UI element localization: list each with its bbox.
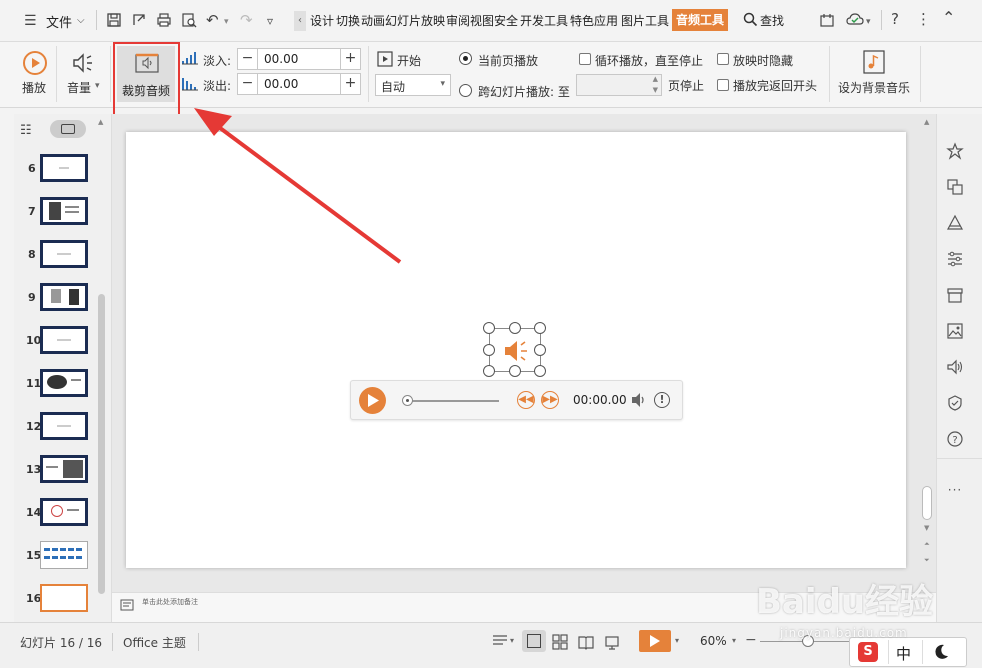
- help-circle-icon[interactable]: ?: [945, 430, 965, 450]
- background-music-icon[interactable]: [863, 50, 885, 74]
- stop-page-stepper[interactable]: ▲ ▼: [576, 74, 662, 96]
- red-arrow-annotation: [194, 108, 402, 264]
- rewind-checkbox-label: 播放完返回开头: [733, 79, 818, 93]
- theme-name[interactable]: Office 主题: [123, 634, 186, 651]
- ime-language-toggle[interactable]: 中: [896, 643, 911, 664]
- zoom-dropdown-icon[interactable]: ▾: [732, 636, 736, 645]
- slide-counter: 幻灯片 16 / 16: [20, 636, 103, 650]
- tab-picture-tools[interactable]: 图片工具: [621, 12, 669, 29]
- set-background-music-button[interactable]: 设为背景音乐: [838, 79, 910, 96]
- slide-thumbnail: [40, 412, 88, 440]
- player-volume-icon[interactable]: [630, 392, 648, 408]
- start-slideshow-button[interactable]: [639, 630, 671, 652]
- watermark-url: jingyan.baidu.com: [780, 626, 908, 640]
- rewind-checkbox[interactable]: [717, 79, 729, 91]
- divider: [937, 458, 982, 459]
- copy-object-icon[interactable]: [945, 178, 965, 198]
- zoom-out-button[interactable]: −: [745, 632, 757, 648]
- slideshow-dropdown-icon[interactable]: ▾: [675, 636, 679, 645]
- info-icon[interactable]: !: [654, 392, 670, 408]
- help-icon[interactable]: ?: [891, 11, 899, 27]
- stepper-up-icon[interactable]: ▲: [653, 75, 658, 83]
- more-options-icon[interactable]: ···: [945, 480, 965, 500]
- magic-icon[interactable]: [945, 142, 965, 162]
- tab-features[interactable]: 特色应用: [570, 12, 618, 29]
- collapse-ribbon-icon[interactable]: ⌃: [942, 10, 955, 26]
- presenter-view-icon[interactable]: [604, 634, 620, 650]
- search-icon[interactable]: [743, 12, 758, 31]
- divider: [829, 46, 830, 102]
- shield-icon[interactable]: [945, 394, 965, 414]
- stop-page-label: 页停止: [668, 79, 705, 93]
- chevron-down-icon[interactable]: ▾: [510, 636, 514, 645]
- slide-editor-canvas: ◀◀ ▶▶ 00:00.00 ! ▲ ▼ ⏶ ⏷: [112, 108, 936, 592]
- player-progress-track[interactable]: [405, 400, 499, 402]
- notes-icon: [120, 599, 134, 611]
- scroll-down-icon[interactable]: ▼: [924, 524, 932, 532]
- search-label[interactable]: 查找: [760, 12, 784, 29]
- notes-toggle-icon[interactable]: [492, 634, 508, 648]
- notes-placeholder[interactable]: 单击此处添加备注: [142, 597, 198, 607]
- previous-slide-icon[interactable]: ⏶: [924, 540, 932, 548]
- player-time: 00:00.00: [573, 393, 627, 407]
- archive-icon[interactable]: [945, 286, 965, 306]
- scroll-up-icon[interactable]: ▲: [924, 118, 932, 126]
- watermark-brand: Baidu经验: [756, 582, 934, 622]
- divider: [920, 46, 921, 102]
- image-icon[interactable]: [945, 322, 965, 342]
- slide-thumbnail: [40, 455, 88, 483]
- divider: [198, 633, 199, 651]
- normal-view-button[interactable]: [522, 630, 546, 652]
- divider: [112, 633, 113, 651]
- slide-thumbnail: [40, 498, 88, 526]
- slide-thumbnail: [40, 541, 88, 569]
- loop-checkbox-label: 循环播放，直至停止: [595, 54, 704, 68]
- normal-view-icon: [527, 634, 541, 648]
- slide-sorter-icon[interactable]: [552, 634, 568, 650]
- watermark: Baidu经验 jingyan.baidu.com: [756, 566, 936, 646]
- hide-during-show-checkbox[interactable]: [717, 53, 729, 65]
- hide-during-show-label: 放映时隐藏: [733, 54, 794, 68]
- loop-checkbox[interactable]: [579, 53, 591, 65]
- cloud-sync-icon[interactable]: [846, 12, 864, 31]
- cloud-dropdown-icon[interactable]: ▾: [866, 14, 871, 30]
- more-icon[interactable]: ⋮: [916, 11, 931, 27]
- next-slide-icon[interactable]: ⏷: [924, 556, 932, 564]
- collaborate-icon[interactable]: [819, 12, 835, 31]
- shape-style-icon[interactable]: [945, 214, 965, 234]
- canvas-scrollbar-thumb[interactable]: [922, 486, 932, 520]
- reading-view-icon[interactable]: [578, 634, 594, 650]
- right-task-pane: ? ···: [936, 114, 982, 622]
- svg-text:?: ?: [952, 435, 957, 446]
- divider: [881, 10, 882, 30]
- settings-sliders-icon[interactable]: [945, 250, 965, 270]
- slide-thumbnail-active: [40, 584, 88, 612]
- audio-settings-icon[interactable]: [945, 358, 965, 378]
- stepper-down-icon[interactable]: ▼: [653, 86, 658, 94]
- tab-audio-tools[interactable]: 音频工具: [672, 9, 729, 31]
- zoom-level[interactable]: 60%: [700, 634, 727, 648]
